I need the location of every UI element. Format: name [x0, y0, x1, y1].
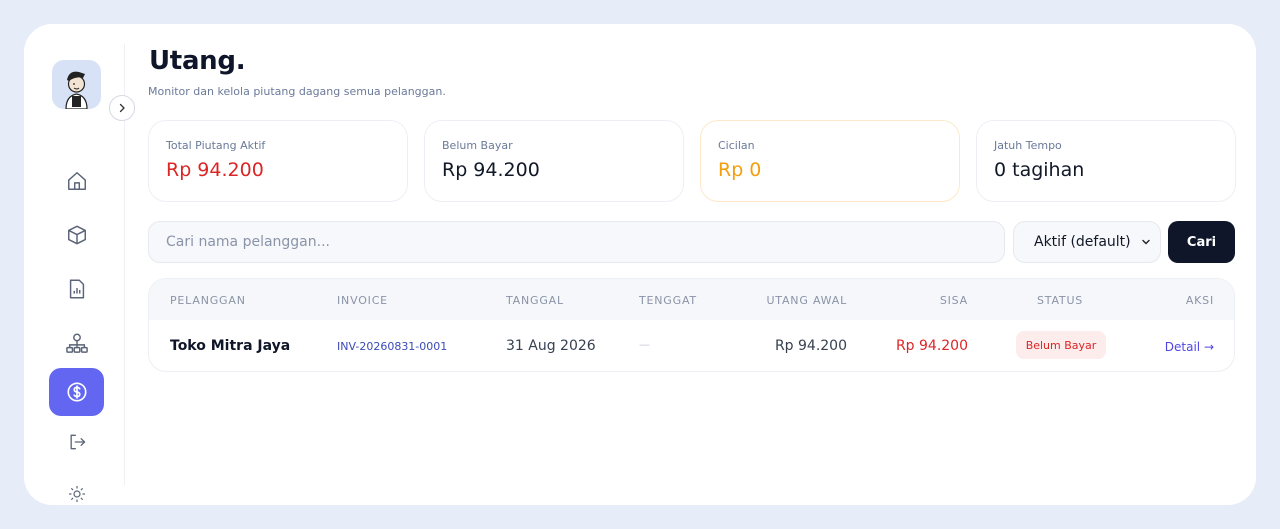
- collapse-sidebar-button[interactable]: [109, 95, 135, 121]
- column-header: SISA: [939, 294, 968, 307]
- table-row[interactable]: Toko Mitra Jaya INV-20260831-0001 31 Aug…: [149, 320, 1234, 371]
- column-header: TANGGAL: [506, 294, 564, 307]
- cell-initial-debt: Rp 94.200: [774, 338, 847, 354]
- stat-value: Rp 0: [718, 159, 762, 181]
- report-icon: [69, 279, 84, 299]
- column-header: INVOICE: [337, 294, 388, 307]
- column-header: AKSI: [1185, 294, 1214, 307]
- avatar[interactable]: [52, 60, 101, 109]
- stat-value: Rp 94.200: [442, 159, 540, 181]
- main-card: Utang. Monitor dan kelola piutang dagang…: [24, 24, 1256, 505]
- search-button[interactable]: Cari: [1168, 221, 1235, 263]
- detail-link[interactable]: Detail →: [1165, 340, 1214, 354]
- column-header: PELANGGAN: [170, 294, 246, 307]
- column-header: UTANG AWAL: [766, 294, 847, 307]
- stat-card-unpaid: Belum Bayar Rp 94.200: [424, 120, 684, 202]
- stat-value: 0 tagihan: [994, 159, 1085, 181]
- cell-remaining: Rp 94.200: [895, 338, 968, 354]
- stat-card-total: Total Piutang Aktif Rp 94.200: [148, 120, 408, 202]
- cell-due-date: —: [639, 338, 650, 351]
- chevron-right-icon: [119, 103, 125, 113]
- stat-label: Belum Bayar: [442, 139, 513, 152]
- box-icon: [67, 225, 86, 245]
- column-header: STATUS: [1037, 294, 1084, 307]
- cell-date: 31 Aug 2026: [506, 338, 596, 354]
- status-select-value: Aktif (default): [1034, 234, 1131, 250]
- search-input[interactable]: [148, 221, 1005, 263]
- sidebar-item-reports[interactable]: [49, 265, 104, 313]
- page-subtitle: Monitor dan kelola piutang dagang semua …: [148, 85, 446, 98]
- stat-card-installment: Cicilan Rp 0: [700, 120, 960, 202]
- users-icon: [65, 333, 88, 353]
- sidebar-item-customers[interactable]: [49, 319, 104, 367]
- invoice-link[interactable]: INV-20260831-0001: [337, 340, 447, 353]
- stat-card-due: Jatuh Tempo 0 tagihan: [976, 120, 1236, 202]
- logout-icon: [70, 434, 85, 450]
- home-icon: [67, 172, 86, 190]
- stat-label: Jatuh Tempo: [994, 139, 1062, 152]
- cell-customer: Toko Mitra Jaya: [170, 338, 291, 354]
- table-header: PELANGGAN INVOICE TANGGAL TENGGAT UTANG …: [149, 279, 1234, 320]
- dollar-icon: [66, 382, 87, 402]
- stat-label: Total Piutang Aktif: [166, 139, 266, 152]
- stat-value: Rp 94.200: [166, 159, 264, 181]
- column-header: TENGGAT: [639, 294, 697, 307]
- page-title: Utang.: [149, 46, 246, 76]
- status-select[interactable]: Aktif (default): [1013, 221, 1161, 263]
- theme-toggle-button[interactable]: [49, 470, 104, 518]
- sidebar-item-debts[interactable]: [49, 368, 104, 416]
- status-badge: Belum Bayar: [1016, 331, 1106, 359]
- sun-icon: [68, 485, 85, 503]
- debts-table: PELANGGAN INVOICE TANGGAL TENGGAT UTANG …: [148, 278, 1235, 372]
- logout-button[interactable]: [49, 418, 104, 466]
- chevron-down-icon: [1142, 239, 1150, 245]
- stat-label: Cicilan: [718, 139, 755, 152]
- sidebar-item-home[interactable]: [49, 157, 104, 205]
- sidebar: [24, 44, 135, 503]
- sidebar-item-products[interactable]: [49, 211, 104, 259]
